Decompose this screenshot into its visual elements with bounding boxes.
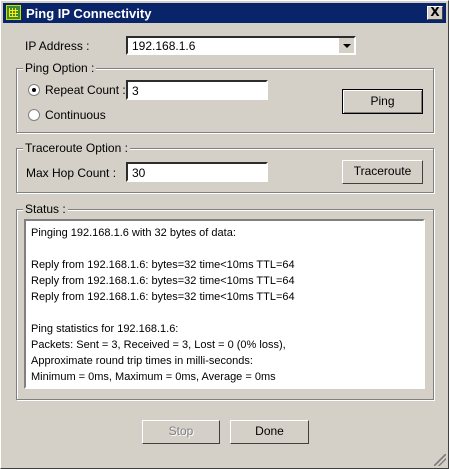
close-button[interactable]: X [427,6,443,20]
repeat-count-radio[interactable] [28,84,40,96]
window-title: Ping IP Connectivity [26,6,152,21]
status-title: Status : [23,202,68,216]
ping-dialog: Ping IP Connectivity X IP Address : 192.… [0,0,449,469]
status-line: Ping statistics for 192.168.1.6: [31,323,179,335]
status-line: Minimum = 0ms, Maximum = 0ms, Average = … [31,371,276,383]
status-line: Reply from 192.168.1.6: bytes=32 time<10… [31,291,295,303]
repeat-count-value: 3 [132,84,139,98]
title-bar[interactable]: Ping IP Connectivity X [3,3,446,23]
max-hop-count-label: Max Hop Count : [26,166,117,180]
resize-grip-icon[interactable] [434,454,446,466]
status-line: Packets: Sent = 3, Received = 3, Lost = … [31,339,286,351]
status-line: Reply from 192.168.1.6: bytes=32 time<10… [31,275,295,287]
continuous-radio[interactable] [28,109,40,121]
network-grid-icon [6,5,21,20]
ip-address-label: IP Address : [25,39,90,53]
status-line: Pinging 192.168.1.6 with 32 bytes of dat… [31,227,236,239]
repeat-count-label[interactable]: Repeat Count : [45,83,126,97]
chevron-down-icon[interactable] [338,38,354,53]
status-output[interactable]: Pinging 192.168.1.6 with 32 bytes of dat… [24,219,425,389]
status-line: Reply from 192.168.1.6: bytes=32 time<10… [31,259,295,271]
ping-option-title: Ping Option : [23,61,97,75]
repeat-count-input[interactable]: 3 [126,80,268,100]
max-hop-count-value: 30 [132,166,146,180]
traceroute-button[interactable]: Traceroute [342,160,423,184]
continuous-label[interactable]: Continuous [45,108,106,122]
traceroute-option-title: Traceroute Option : [23,141,130,155]
ip-address-value: 192.168.1.6 [132,39,196,53]
stop-button: Stop [142,420,220,444]
ip-address-combo[interactable]: 192.168.1.6 [126,36,356,55]
max-hop-count-input[interactable]: 30 [126,162,268,182]
status-line: Approximate round trip times in milli-se… [31,355,253,367]
done-button[interactable]: Done [230,420,309,444]
ping-button[interactable]: Ping [342,89,423,114]
